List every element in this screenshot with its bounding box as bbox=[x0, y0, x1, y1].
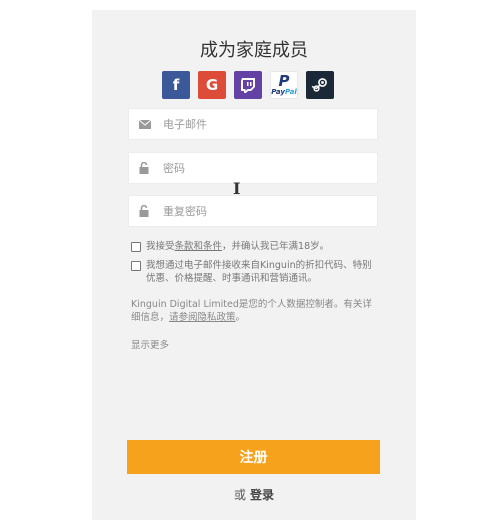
terms-suffix: ，并确认我已年满18岁。 bbox=[222, 241, 330, 252]
google-login-button[interactable]: G bbox=[198, 71, 226, 99]
lock-icon bbox=[139, 153, 149, 183]
privacy-notice-end: 。 bbox=[235, 312, 246, 323]
paypal-pal-text: Pal bbox=[284, 88, 297, 96]
page-title: 成为家庭成员 bbox=[200, 40, 308, 61]
marketing-checkbox-row: 我想通过电子邮件接收来自Kinguin的折扣代码、特别优惠、价格提醒、时事通讯和… bbox=[131, 259, 379, 285]
terms-label: 我接受条款和条件，并确认我已年满18岁。 bbox=[146, 240, 329, 253]
marketing-label: 我想通过电子邮件接收来自Kinguin的折扣代码、特别优惠、价格提醒、时事通讯和… bbox=[146, 260, 372, 284]
terms-checkbox-row: 我接受条款和条件，并确认我已年满18岁。 bbox=[131, 240, 379, 253]
marketing-checkbox[interactable] bbox=[131, 261, 141, 271]
paypal-icon: P bbox=[278, 72, 290, 90]
lock-icon bbox=[139, 196, 149, 226]
repeat-password-field[interactable]: 重复密码 bbox=[128, 195, 378, 227]
or-label: 或 bbox=[233, 488, 246, 502]
steam-icon bbox=[311, 78, 327, 92]
login-line: 或登录 bbox=[92, 486, 416, 503]
register-button[interactable]: 注册 bbox=[127, 440, 380, 474]
text-cursor-icon: I bbox=[233, 179, 241, 198]
paypal-wordmark: PayPal bbox=[271, 88, 297, 96]
facebook-login-button[interactable]: f bbox=[162, 71, 190, 99]
google-icon: G bbox=[205, 76, 219, 94]
twitch-login-button[interactable] bbox=[234, 71, 262, 99]
email-field[interactable]: 电子邮件 bbox=[128, 108, 378, 140]
privacy-notice: Kinguin Digital Limited是您的个人数据控制者。有关详细信息… bbox=[131, 298, 377, 324]
register-panel: 成为家庭成员 f G P PayPal 电子邮件 密码 重复密码 I 我接受条款… bbox=[92, 10, 416, 520]
terms-checkbox[interactable] bbox=[131, 242, 141, 252]
facebook-icon: f bbox=[172, 76, 180, 94]
show-more-link[interactable]: 显示更多 bbox=[131, 337, 169, 351]
terms-prefix: 我接受 bbox=[146, 241, 175, 252]
steam-login-button[interactable] bbox=[306, 71, 334, 99]
twitch-icon bbox=[241, 77, 255, 93]
password-field[interactable]: 密码 bbox=[128, 152, 378, 184]
repeat-password-placeholder: 重复密码 bbox=[163, 205, 207, 218]
password-placeholder: 密码 bbox=[163, 162, 185, 175]
privacy-policy-link[interactable]: 请参阅隐私政策 bbox=[169, 312, 236, 323]
login-link[interactable]: 登录 bbox=[250, 488, 274, 502]
envelope-icon bbox=[139, 109, 151, 139]
privacy-notice-text: Kinguin Digital Limited是您的个人数据控制者。有关详细信息… bbox=[131, 299, 372, 323]
social-login-row: f G P PayPal bbox=[162, 71, 334, 99]
paypal-pay-text: Pay bbox=[271, 88, 285, 96]
email-placeholder: 电子邮件 bbox=[163, 118, 207, 131]
terms-link[interactable]: 条款和条件 bbox=[175, 241, 223, 252]
paypal-login-button[interactable]: P PayPal bbox=[270, 71, 298, 99]
